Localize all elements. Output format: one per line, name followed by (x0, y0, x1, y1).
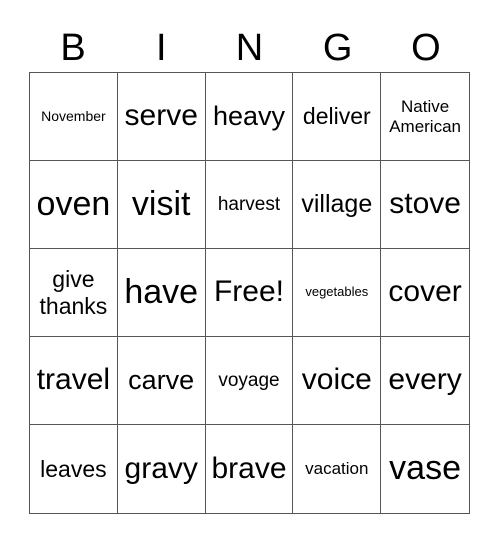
header-letter-i: I (156, 27, 167, 69)
bingo-cell[interactable]: brave (206, 425, 294, 513)
bingo-cell[interactable]: heavy (205, 73, 294, 161)
bingo-cell[interactable]: every (381, 337, 469, 425)
bingo-cell[interactable]: gravy (118, 425, 206, 513)
bingo-cell[interactable]: voyage (205, 337, 294, 425)
bingo-cell[interactable]: Native American (381, 73, 469, 161)
bingo-cell[interactable]: vegetables (293, 249, 382, 337)
bingo-cell[interactable]: harvest (205, 161, 294, 249)
bingo-cell[interactable]: vacation (293, 425, 382, 513)
header-letter-b: B (60, 27, 86, 69)
header-letter-o: O (411, 27, 441, 69)
bingo-cell[interactable]: give thanks (30, 249, 118, 337)
free-space-cell[interactable]: Free! (205, 249, 294, 337)
bingo-cell[interactable]: deliver (293, 73, 382, 161)
header-letter-g: G (322, 27, 353, 69)
bingo-cell[interactable]: voice (293, 337, 382, 425)
bingo-cell[interactable]: travel (30, 337, 118, 425)
bingo-cell[interactable]: November (30, 73, 118, 161)
bingo-cell[interactable]: have (117, 249, 206, 337)
bingo-cell[interactable]: cover (381, 249, 469, 337)
bingo-header: B I N G O (29, 26, 470, 70)
header-letter-n: N (235, 27, 264, 69)
bingo-cell[interactable]: leaves (30, 425, 118, 513)
bingo-cell[interactable]: visit (117, 161, 206, 249)
bingo-cell[interactable]: oven (30, 161, 118, 249)
bingo-board: November serve heavy deliver Native Amer… (29, 72, 470, 514)
bingo-cell[interactable]: carve (117, 337, 206, 425)
bingo-cell[interactable]: village (293, 161, 382, 249)
bingo-cell[interactable]: vase (381, 425, 469, 513)
bingo-cell[interactable]: stove (381, 161, 469, 249)
bingo-cell[interactable]: serve (117, 73, 206, 161)
